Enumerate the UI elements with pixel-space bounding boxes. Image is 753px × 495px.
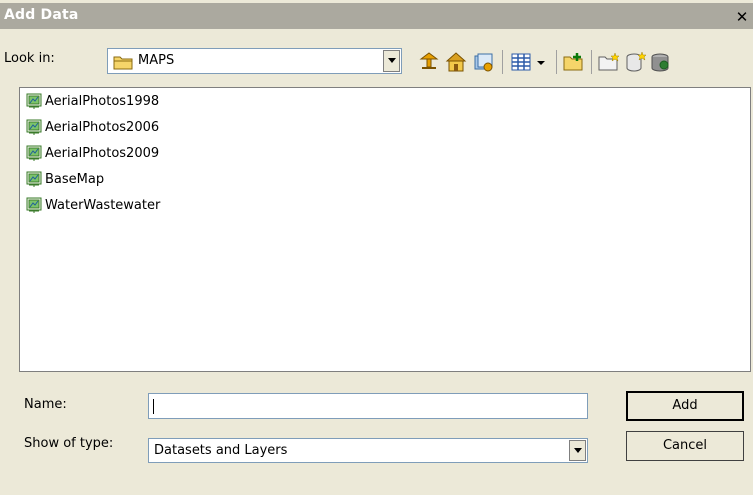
list-item-label: AerialPhotos1998 — [45, 94, 160, 109]
up-one-level-icon[interactable] — [418, 51, 440, 73]
file-list[interactable]: AerialPhotos1998 AerialPhotos2006 AerialPh… — [19, 87, 751, 372]
map-document-icon — [26, 93, 42, 109]
map-document-icon — [26, 145, 42, 161]
look-in-label: Look in: — [4, 51, 55, 66]
folder-icon — [113, 56, 133, 70]
look-in-dropdown[interactable]: MAPS — [107, 48, 402, 74]
close-icon[interactable]: ✕ — [733, 8, 751, 26]
chevron-down-icon[interactable] — [569, 440, 586, 461]
show-of-type-value: Datasets and Layers — [154, 443, 288, 458]
view-dropdown-icon[interactable] — [534, 51, 548, 73]
list-item-label: AerialPhotos2006 — [45, 120, 160, 135]
toolbar-separator — [591, 50, 592, 74]
name-label: Name: — [24, 397, 67, 412]
toolbar-separator — [556, 50, 557, 74]
add-button[interactable]: Add — [626, 391, 744, 421]
list-item-label: AerialPhotos2009 — [45, 146, 160, 161]
home-icon[interactable] — [445, 51, 467, 73]
map-document-icon — [26, 171, 42, 187]
new-geodatabase-icon[interactable] — [624, 51, 646, 73]
chevron-down-icon[interactable] — [383, 50, 400, 72]
show-of-type-dropdown[interactable]: Datasets and Layers — [148, 438, 588, 463]
look-in-value: MAPS — [138, 53, 175, 68]
connect-folder-icon[interactable] — [563, 51, 585, 73]
database-icon[interactable] — [649, 51, 671, 73]
new-folder-icon[interactable] — [598, 51, 620, 73]
map-document-icon — [26, 119, 42, 135]
text-caret — [153, 399, 154, 414]
name-input[interactable] — [148, 393, 588, 419]
window-title: Add Data — [4, 7, 79, 23]
title-bar: Add Data ✕ — [0, 3, 753, 29]
list-item-label: WaterWastewater — [45, 198, 161, 213]
map-document-icon — [26, 197, 42, 213]
show-of-type-label: Show of type: — [24, 436, 114, 451]
catalog-connect-icon[interactable] — [472, 51, 494, 73]
cancel-button[interactable]: Cancel — [626, 431, 744, 461]
list-item-label: BaseMap — [45, 172, 105, 187]
toolbar-separator — [502, 50, 503, 74]
view-menu-icon[interactable] — [510, 51, 532, 73]
